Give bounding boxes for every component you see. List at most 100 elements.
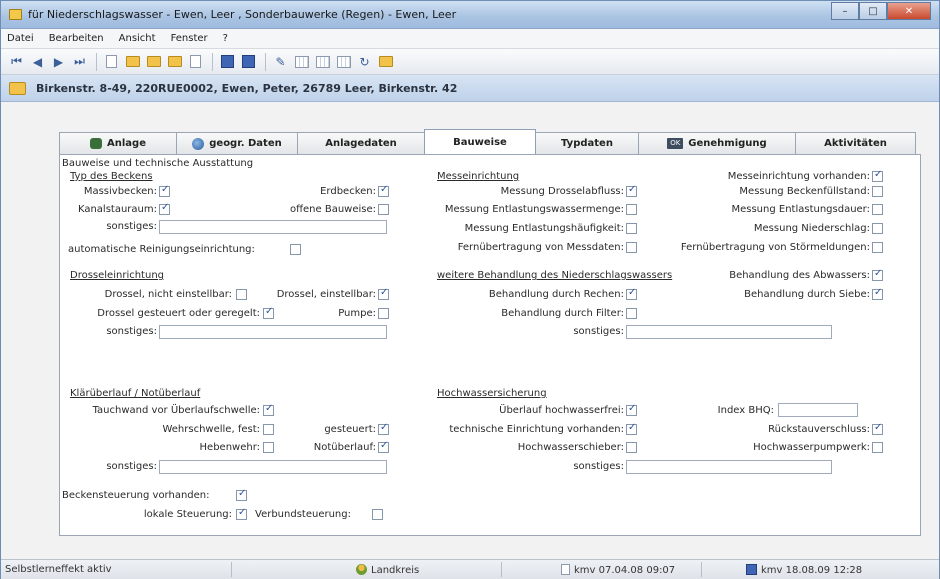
drossel-gesteuert-checkbox[interactable] [263, 306, 274, 319]
status-created: kmv 07.04.08 09:07 [561, 564, 675, 576]
reinigung-checkbox[interactable] [290, 244, 301, 255]
kanalstauraum-checkbox[interactable] [159, 202, 170, 215]
toolbar: ⏮ ◀ ▶ ⏭ ✎ ↻ [1, 49, 939, 75]
index-bhq-input[interactable] [778, 403, 858, 417]
tab-anlage[interactable]: Anlage [59, 132, 177, 154]
drossel-sonstiges-label: sonstiges: [106, 326, 157, 337]
toolbar-separator [96, 52, 97, 71]
mess-vorhanden-checkbox[interactable] [872, 169, 883, 182]
ueberlauf-hochwasserfrei-checkbox[interactable] [626, 403, 637, 416]
klaerueberlauf-header: Klärüberlauf / Notüberlauf [70, 388, 201, 399]
beckenfuellstand-checkbox[interactable] [872, 186, 883, 197]
lokale-steuerung-checkbox[interactable] [236, 507, 247, 520]
notueberlauf-checkbox[interactable] [378, 440, 389, 453]
behandlung-rechen-checkbox[interactable] [626, 287, 637, 300]
hochwasserschieber-checkbox[interactable] [626, 442, 637, 453]
tab-anlage-icon [90, 138, 102, 149]
menu-bar: Datei Bearbeiten Ansicht Fenster ? [1, 29, 939, 49]
open-recent-icon[interactable] [144, 52, 163, 71]
behandlung-filter-checkbox[interactable] [626, 308, 637, 319]
close-button[interactable]: ✕ [887, 2, 931, 20]
minimize-button[interactable]: – [831, 2, 859, 20]
behandlung-siebe-checkbox[interactable] [872, 287, 883, 300]
drossel-nicht-einstellbar-checkbox[interactable] [236, 289, 247, 300]
fern-messdaten-checkbox[interactable] [626, 242, 637, 253]
bauweise-panel: Bauweise und technische Ausstattung Typ … [59, 154, 921, 536]
erdbecken-checkbox[interactable] [378, 184, 389, 197]
pumpe-checkbox[interactable] [378, 308, 389, 319]
fern-stoermeldungen-label: Fernübertragung von Störmeldungen: [680, 242, 870, 253]
behandlung-abwasser-checkbox[interactable] [872, 268, 883, 281]
table-icon[interactable] [292, 52, 311, 71]
typ-sonstiges-input[interactable] [159, 220, 387, 234]
window-controls: – □ ✕ [831, 2, 931, 21]
massivbecken-label: Massivbecken: [83, 186, 157, 197]
folder-search-icon[interactable] [165, 52, 184, 71]
tab-genehmigung[interactable]: OK Genehmigung [638, 132, 796, 154]
menu-help[interactable]: ? [223, 33, 228, 44]
drossel-gesteuert-label: Drossel gesteuert oder geregelt: [97, 308, 260, 319]
tab-bauweise[interactable]: Bauweise [424, 129, 536, 154]
klaer-sonstiges-input[interactable] [159, 460, 387, 474]
entlastungsdauer-checkbox[interactable] [872, 204, 883, 215]
edit-icon[interactable]: ✎ [271, 52, 290, 71]
last-record-icon[interactable]: ⏭ [70, 52, 89, 71]
beckensteuerung-checkbox[interactable] [236, 488, 247, 501]
status-separator [701, 562, 702, 577]
hochwasser-header: Hochwassersicherung [437, 388, 547, 399]
new-document-icon[interactable] [102, 52, 121, 71]
title-bar[interactable]: für Niederschlagswasser - Ewen, Leer , S… [1, 1, 939, 29]
menu-fenster[interactable]: Fenster [171, 33, 208, 44]
status-modified: kmv 18.08.09 12:28 [746, 564, 862, 576]
behandlung-siebe-label: Behandlung durch Siebe: [744, 289, 870, 300]
menu-bearbeiten[interactable]: Bearbeiten [49, 33, 104, 44]
form-icon[interactable] [334, 52, 353, 71]
entlastungshaeufigkeit-checkbox[interactable] [626, 223, 637, 234]
fern-stoermeldungen-checkbox[interactable] [872, 242, 883, 253]
tab-label: Typdaten [561, 138, 613, 149]
kanalstauraum-label: Kanalstauraum: [77, 204, 157, 215]
drosselabfluss-checkbox[interactable] [626, 184, 637, 197]
technische-einrichtung-checkbox[interactable] [626, 422, 637, 435]
toolbar-separator [212, 52, 213, 71]
open-folder-icon[interactable] [123, 52, 142, 71]
verbundsteuerung-checkbox[interactable] [372, 509, 383, 520]
offene-bauweise-checkbox[interactable] [378, 204, 389, 215]
chart-icon[interactable] [313, 52, 332, 71]
hebenwehr-checkbox[interactable] [263, 442, 274, 453]
print-icon[interactable] [186, 52, 205, 71]
tab-geogr-daten[interactable]: geogr. Daten [176, 132, 298, 154]
menu-ansicht[interactable]: Ansicht [119, 33, 156, 44]
document-icon [561, 564, 570, 575]
drossel-sonstiges-input[interactable] [159, 325, 387, 339]
next-record-icon[interactable]: ▶ [49, 52, 68, 71]
tab-aktivitaeten[interactable]: Aktivitäten [795, 132, 916, 154]
maximize-button[interactable]: □ [859, 2, 887, 20]
drossel-einstellbar-checkbox[interactable] [378, 287, 389, 300]
drossel-einstellbar-label: Drossel, einstellbar: [276, 289, 376, 300]
entlastungswassermenge-label: Messung Entlastungswassermenge: [444, 204, 624, 215]
klaer-gesteuert-checkbox[interactable] [378, 422, 389, 435]
massivbecken-checkbox[interactable] [159, 184, 170, 197]
hochwasserpumpwerk-checkbox[interactable] [872, 442, 883, 453]
tab-anlagedaten[interactable]: Anlagedaten [297, 132, 425, 154]
niederschlag-checkbox[interactable] [872, 223, 883, 234]
wehrschwelle-label: Wehrschwelle, fest: [162, 424, 260, 435]
behandlung-sonstiges-label: sonstiges: [573, 326, 624, 337]
refresh-icon[interactable]: ↻ [355, 52, 374, 71]
hochwasser-sonstiges-input[interactable] [626, 460, 832, 474]
ueberlauf-hochwasserfrei-label: Überlauf hochwasserfrei: [499, 405, 624, 416]
tab-typdaten[interactable]: Typdaten [535, 132, 639, 154]
tauchwand-checkbox[interactable] [263, 403, 274, 416]
behandlung-sonstiges-input[interactable] [626, 325, 832, 339]
menu-datei[interactable]: Datei [7, 33, 34, 44]
entlastungswassermenge-checkbox[interactable] [626, 204, 637, 215]
save-all-icon[interactable] [239, 52, 258, 71]
previous-record-icon[interactable]: ◀ [28, 52, 47, 71]
first-record-icon[interactable]: ⏮ [7, 52, 26, 71]
save-icon[interactable] [218, 52, 237, 71]
wehrschwelle-checkbox[interactable] [263, 424, 274, 435]
rueckstauverschluss-checkbox[interactable] [872, 422, 883, 435]
record-address: Birkenstr. 8-49, 220RUE0002, Ewen, Peter… [36, 81, 458, 95]
export-icon[interactable] [376, 52, 395, 71]
